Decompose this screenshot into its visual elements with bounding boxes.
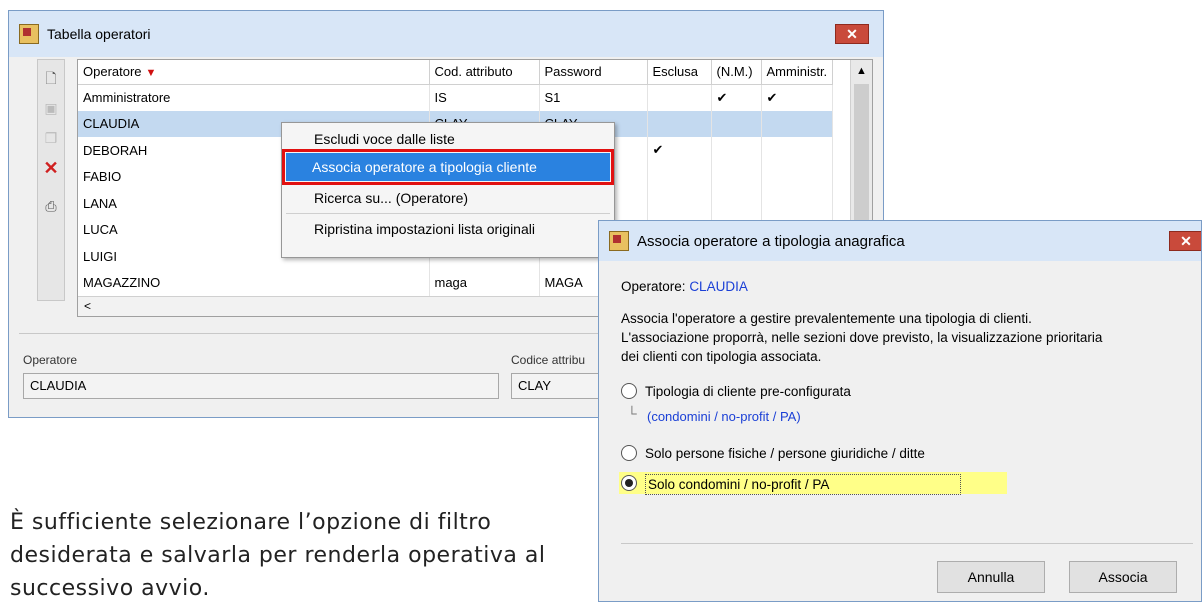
copy-icon[interactable]: ❐ <box>40 126 62 150</box>
scroll-left-icon[interactable]: < <box>84 297 91 315</box>
option-label[interactable]: Tipologia di cliente pre-configurata <box>645 382 851 401</box>
sort-desc-icon: ▼ <box>145 67 157 80</box>
cell-nm: ✔ <box>711 84 762 111</box>
option-label[interactable]: Solo condomini / no-profit / PA <box>645 474 961 495</box>
cell-operatore: Amministratore <box>78 84 430 111</box>
new-document-icon[interactable]: 🗋 <box>40 66 62 90</box>
menu-item-ripristina[interactable]: Ripristina impostazioni lista originali <box>282 215 614 243</box>
radio-preconfigurata[interactable] <box>621 383 637 399</box>
associa-dialog: Associa operatore a tipologia anagrafica… <box>598 220 1202 602</box>
cell-amm <box>761 190 834 217</box>
delete-icon[interactable]: ✕ <box>40 156 62 180</box>
cell-nm <box>711 190 762 217</box>
dialog-title: Associa operatore a tipologia anagrafica <box>637 232 905 250</box>
operatore-value: CLAUDIA <box>689 279 748 294</box>
cell-esclusa <box>647 84 712 111</box>
menu-item-associa-tipologia[interactable]: Associa operatore a tipologia cliente <box>282 149 614 185</box>
caption-text: È sufficiente selezionare l’opzione di f… <box>10 510 546 601</box>
cell-esclusa <box>647 110 712 137</box>
cell-amm <box>761 163 834 190</box>
description: Associa l'operatore a gestire prevalente… <box>621 309 1201 366</box>
tree-branch-icon: └ <box>627 406 637 421</box>
cell-password: S1 <box>539 84 648 111</box>
menu-item-escludi[interactable]: Escludi voce dalle liste <box>282 125 614 153</box>
operators-titlebar[interactable]: Tabella operatori ✕ <box>9 11 883 57</box>
cancel-button[interactable]: Annulla <box>937 561 1045 593</box>
side-toolbar: 🗋 ▣ ❐ ✕ ⎙ <box>37 59 65 301</box>
description-line: Associa l'operatore a gestire prevalente… <box>621 311 1032 326</box>
radio-condomini[interactable] <box>621 475 637 491</box>
cell-amm: ✔ <box>761 84 834 111</box>
menu-item-ricerca[interactable]: Ricerca su... (Operatore) <box>282 184 614 212</box>
cell-nm <box>711 110 762 137</box>
column-header-cod-attributo[interactable]: Cod. attributo <box>429 60 540 85</box>
column-header-esclusa[interactable]: Esclusa <box>647 60 712 85</box>
menu-divider <box>286 213 610 214</box>
column-header-operatore[interactable]: Operatore ▼ <box>78 60 430 85</box>
cell-operatore: MAGAZZINO <box>78 269 430 296</box>
cell-nm <box>711 163 762 190</box>
close-icon[interactable]: ✕ <box>1169 231 1201 251</box>
operatore-label: Operatore <box>23 353 78 367</box>
column-header-amministr[interactable]: Amministr. <box>761 60 834 85</box>
cell-amm <box>761 137 834 164</box>
description-line: dei clienti con tipologia associata. <box>621 349 822 364</box>
operators-window-title: Tabella operatori <box>47 26 151 42</box>
associa-button[interactable]: Associa <box>1069 561 1177 593</box>
operatore-label: Operatore: <box>621 279 686 294</box>
column-header-password[interactable]: Password <box>539 60 648 85</box>
cell-esclusa: ✔ <box>647 137 712 164</box>
cell-nm <box>711 137 762 164</box>
dialog-titlebar[interactable]: Associa operatore a tipologia anagrafica… <box>599 221 1201 261</box>
close-icon[interactable]: ✕ <box>835 24 869 44</box>
print-icon[interactable]: ⎙ <box>40 194 62 218</box>
option-label[interactable]: Solo persone fisiche / persone giuridich… <box>645 444 925 463</box>
scroll-thumb[interactable] <box>854 84 869 234</box>
save-icon[interactable]: ▣ <box>40 96 62 120</box>
scroll-up-icon[interactable]: ▲ <box>851 60 872 82</box>
operatore-row: Operatore: CLAUDIA <box>621 277 748 296</box>
codice-attributo-label: Codice attribu <box>511 353 586 367</box>
cell-amm <box>761 110 834 137</box>
radio-persone[interactable] <box>621 445 637 461</box>
cell-cod: maga <box>429 269 540 296</box>
menu-divider <box>286 182 610 183</box>
table-row[interactable]: Amministratore IS S1 ✔ ✔ <box>78 84 834 111</box>
operatore-field[interactable]: CLAUDIA <box>23 373 499 399</box>
divider <box>621 543 1193 544</box>
cell-esclusa <box>647 163 712 190</box>
cell-esclusa <box>647 190 712 217</box>
preconfig-sublabel: (condomini / no-profit / PA) <box>647 409 801 424</box>
description-line: L'associazione proporrà, nelle sezioni d… <box>621 330 1103 345</box>
app-icon <box>19 24 39 44</box>
app-icon <box>609 231 629 251</box>
cell-cod: IS <box>429 84 540 111</box>
context-menu: Escludi voce dalle liste Associa operato… <box>281 122 615 258</box>
column-header-nm[interactable]: (N.M.) <box>711 60 762 85</box>
